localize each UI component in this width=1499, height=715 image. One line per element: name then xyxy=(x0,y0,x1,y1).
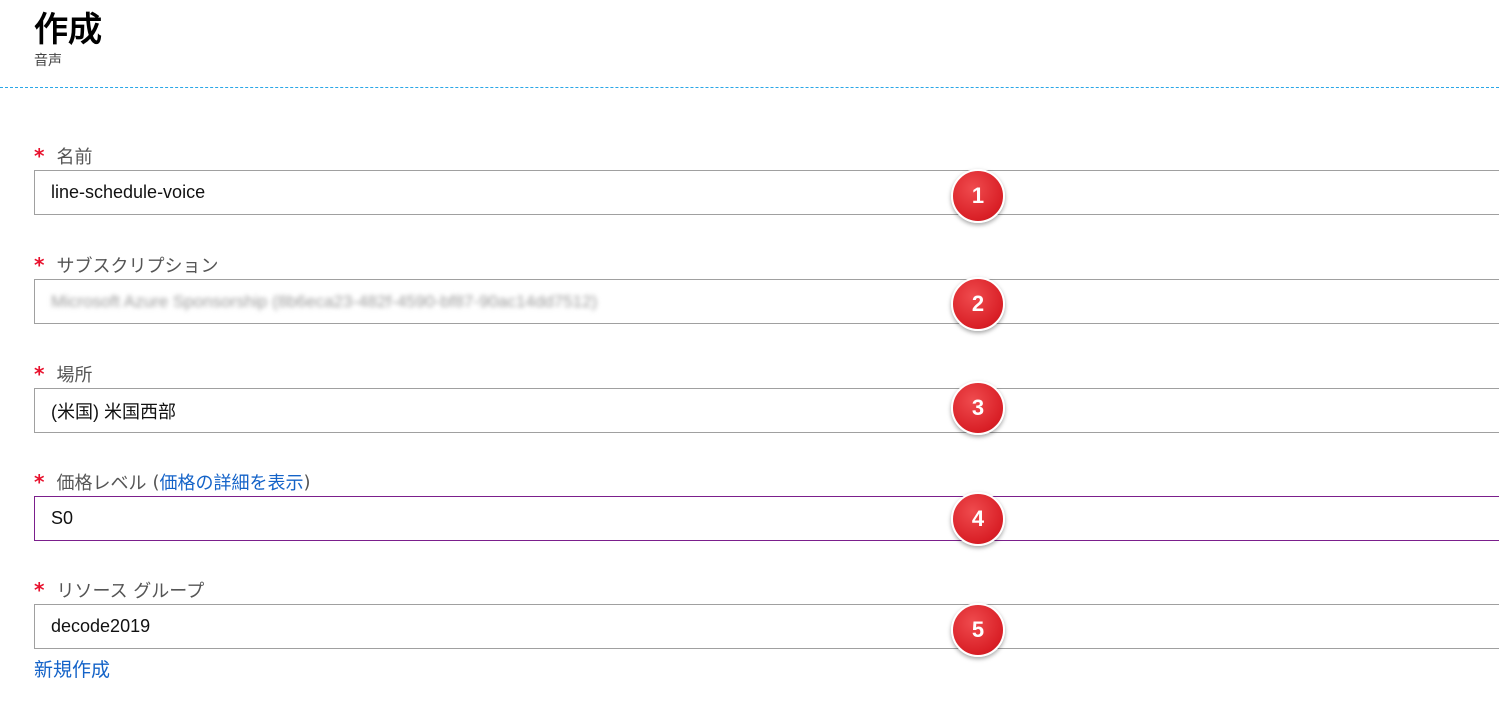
name-label-row: * 名前 xyxy=(34,142,1499,170)
required-marker: * xyxy=(34,362,45,386)
resource-group-field: * リソース グループ decode2019 xyxy=(34,576,1499,649)
subscription-field: * サブスクリプション Microsoft Azure Sponsorship … xyxy=(34,251,1499,324)
paren-close: ) xyxy=(303,471,311,493)
step-badge-3: 3 xyxy=(951,381,1005,435)
pricing-tier-label: 価格レベル xyxy=(56,473,147,494)
step-badge-1: 1 xyxy=(951,169,1005,223)
location-label-row: * 場所 xyxy=(34,360,1499,388)
create-new-link[interactable]: 新規作成 xyxy=(34,655,110,682)
location-select[interactable]: (米国) 米国西部 xyxy=(34,388,1499,433)
step-badge-5: 5 xyxy=(951,603,1005,657)
pricing-tier-field: * 価格レベル ( 価格の詳細を表示 ) S0 xyxy=(34,468,1499,541)
page-title: 作成 xyxy=(34,10,102,50)
subscription-value: Microsoft Azure Sponsorship (8b6eca23-48… xyxy=(51,291,598,311)
page-header: 作成 音声 xyxy=(34,8,102,70)
pricing-details-link[interactable]: 価格の詳細を表示 xyxy=(160,469,304,495)
name-field: * 名前 line-schedule-voice xyxy=(34,142,1499,215)
step-badge-2: 2 xyxy=(951,277,1005,331)
resource-group-label: リソース グループ xyxy=(56,581,205,602)
name-label: 名前 xyxy=(56,147,93,168)
resource-group-select[interactable]: decode2019 xyxy=(34,604,1499,649)
location-label: 場所 xyxy=(56,365,93,386)
required-marker: * xyxy=(34,144,45,168)
page-subtitle: 音声 xyxy=(34,53,62,69)
step-badge-4: 4 xyxy=(951,492,1005,546)
paren-open: ( xyxy=(152,471,160,493)
header-divider xyxy=(0,87,1499,88)
pricing-tier-label-row: * 価格レベル ( 価格の詳細を表示 ) xyxy=(34,468,1499,496)
location-field: * 場所 (米国) 米国西部 xyxy=(34,360,1499,433)
subscription-label: サブスクリプション xyxy=(56,256,219,277)
required-marker: * xyxy=(34,470,45,494)
resource-group-label-row: * リソース グループ xyxy=(34,576,1499,604)
subscription-select[interactable]: Microsoft Azure Sponsorship (8b6eca23-48… xyxy=(34,279,1499,324)
pricing-tier-select[interactable]: S0 xyxy=(34,496,1499,541)
subscription-label-row: * サブスクリプション xyxy=(34,251,1499,279)
required-marker: * xyxy=(34,253,45,277)
required-marker: * xyxy=(34,578,45,602)
name-input[interactable]: line-schedule-voice xyxy=(34,170,1499,215)
